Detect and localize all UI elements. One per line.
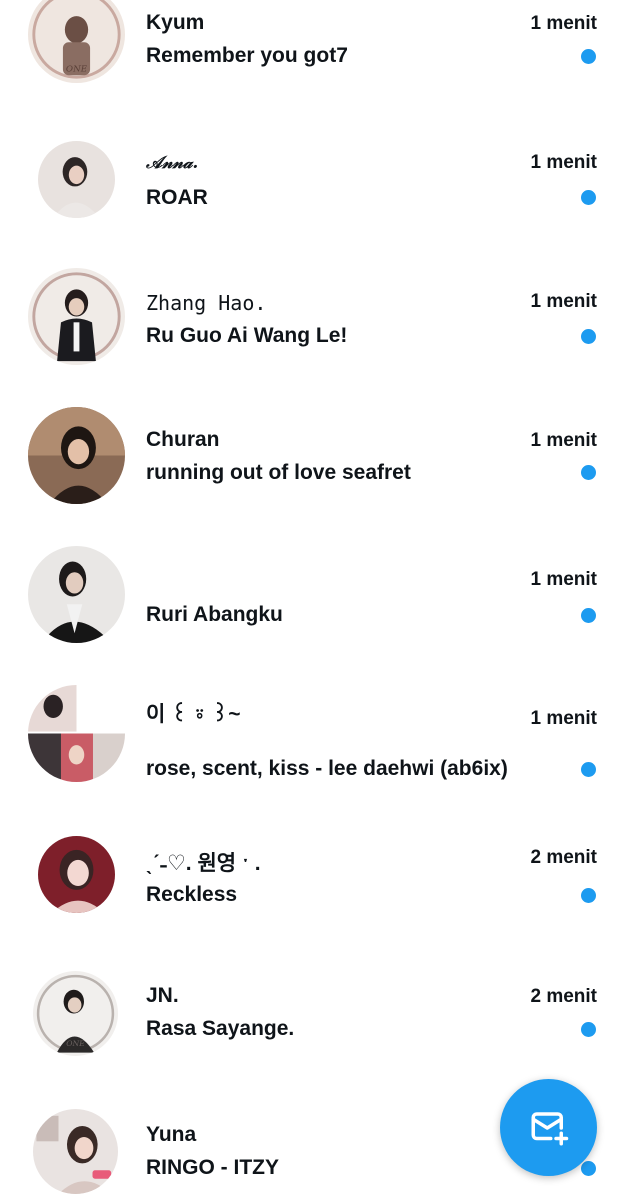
avatar[interactable] [33, 1109, 118, 1194]
conversation-name: Yuna [146, 1123, 197, 1146]
avatar[interactable] [28, 685, 125, 782]
conversation-time: 1 menit [530, 569, 597, 590]
new-message-button[interactable] [500, 1079, 597, 1176]
conversation-row[interactable]: ONE Kyum 1 menit Remember you got7 [0, 0, 625, 139]
svg-text:ONE: ONE [66, 1039, 85, 1048]
conversation-time: 1 menit [530, 291, 597, 312]
conversation-name: 이 ꒰ ⍤ ꒱~ [146, 703, 241, 726]
avatar[interactable]: ONE [28, 0, 125, 83]
conversation-message: Remember you got7 [146, 44, 348, 67]
conversation-message: RINGO - ITZY [146, 1156, 279, 1179]
unread-indicator [581, 1161, 596, 1176]
conversation-row[interactable]: 𝒜𝓃𝓃𝒶. 1 menit ROAR [0, 139, 625, 278]
unread-indicator [581, 49, 596, 64]
unread-indicator [581, 465, 596, 480]
conversation-time: 1 menit [530, 152, 597, 173]
conversation-message: rose, scent, kiss - lee daehwi (ab6ix) [146, 757, 508, 780]
conversation-message: ROAR [146, 186, 208, 209]
conversation-name: ˎˊ˗♡. 원영 ˑ . [146, 852, 261, 875]
avatar[interactable]: ONE [33, 971, 118, 1056]
conversation-time: 1 menit [530, 708, 597, 729]
conversation-row[interactable]: 이 ꒰ ⍤ ꒱~ 1 menit rose, scent, kiss - lee… [0, 685, 625, 834]
conversation-name: Churan [146, 428, 220, 451]
conversation-name: Kyum [146, 11, 205, 34]
conversation-time: 1 menit [530, 13, 597, 34]
unread-indicator [581, 608, 596, 623]
conversation-row[interactable]: ˎˊ˗♡. 원영 ˑ . 2 menit Reckless [0, 834, 625, 973]
conversation-message: Ru Guo Ai Wang Le! [146, 324, 348, 347]
avatar[interactable] [38, 141, 115, 218]
conversation-message: Rasa Sayange. [146, 1017, 295, 1040]
conversation-name: JN. [146, 984, 179, 1007]
conversation-message: running out of love seafret [146, 461, 411, 484]
unread-indicator [581, 888, 596, 903]
svg-text:ONE: ONE [66, 64, 88, 74]
avatar[interactable] [28, 546, 125, 643]
unread-indicator [581, 762, 596, 777]
conversation-message: Reckless [146, 883, 238, 906]
conversation-name: Zhang Hao. [146, 291, 267, 315]
conversation-time: 2 menit [530, 986, 597, 1007]
unread-indicator [581, 329, 596, 344]
conversation-row[interactable]: 1 menit Ruri Abangku [0, 546, 625, 695]
conversation-time: 2 menit [530, 847, 597, 868]
conversation-row[interactable]: Churan 1 menit running out of love seafr… [0, 407, 625, 556]
conversation-time: 1 menit [530, 430, 597, 451]
unread-indicator [581, 1022, 596, 1037]
conversation-row[interactable]: Zhang Hao. 1 menit Ru Guo Ai Wang Le! [0, 268, 625, 417]
conversation-name: 𝒜𝓃𝓃𝒶. [146, 153, 199, 173]
avatar[interactable] [28, 268, 125, 365]
avatar[interactable] [28, 407, 125, 504]
avatar[interactable] [38, 836, 115, 913]
conversation-list: ONE Kyum 1 menit Remember you got7 𝒜𝓃𝓃𝒶.… [0, 0, 625, 1200]
conversation-message: Ruri Abangku [146, 603, 283, 626]
unread-indicator [581, 190, 596, 205]
new-message-icon [531, 1112, 569, 1146]
